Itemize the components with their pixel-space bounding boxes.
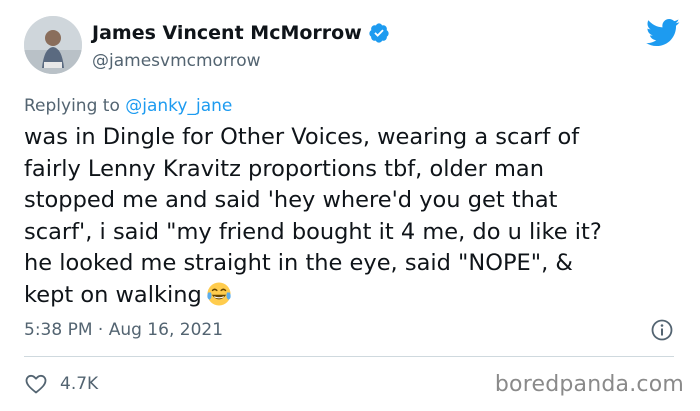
tweet-line: was in Dingle for Other Voices, wearing …: [24, 124, 580, 150]
tweet-line: he looked me straight in the eye, said "…: [24, 250, 573, 276]
boredpanda-watermark: boredpanda.com: [494, 372, 684, 397]
tweet-line: kept on walking: [24, 281, 202, 308]
tweet-card: James Vincent McMorrow @jamesvmcmorrow R…: [0, 0, 700, 411]
like-action[interactable]: 4.7K: [24, 372, 98, 396]
avatar[interactable]: [24, 16, 82, 74]
heart-icon[interactable]: [24, 372, 48, 396]
info-icon[interactable]: [650, 318, 674, 342]
author-display-name[interactable]: James Vincent McMorrow: [92, 22, 362, 44]
twitter-bird-icon[interactable]: [646, 18, 680, 48]
author-handle[interactable]: @jamesvmcmorrow: [92, 51, 261, 71]
person-avatar-icon: [24, 16, 82, 74]
reply-target-link[interactable]: @janky_jane: [125, 96, 232, 116]
tweet-timestamp[interactable]: 5:38 PM · Aug 16, 2021: [24, 320, 223, 340]
divider: [24, 356, 674, 357]
tweet-line: fairly Lenny Kravitz proportions tbf, ol…: [24, 155, 544, 182]
tweet-line: scarf', i said "my friend bought it 4 me…: [24, 218, 602, 245]
replying-to-line: Replying to @janky_jane: [24, 96, 232, 116]
tweet-body: was in Dingle for Other Voices, wearing …: [24, 122, 688, 311]
author-name-row: James Vincent McMorrow: [92, 22, 390, 44]
tweet-last-line: kept on walking: [24, 280, 688, 312]
like-count: 4.7K: [60, 374, 99, 394]
face-with-tears-of-joy-emoji: [207, 281, 231, 306]
verified-badge-icon: [369, 23, 389, 43]
replying-to-prefix: Replying to: [24, 96, 126, 116]
tweet-line: stopped me and said 'hey where'd you get…: [24, 187, 558, 213]
